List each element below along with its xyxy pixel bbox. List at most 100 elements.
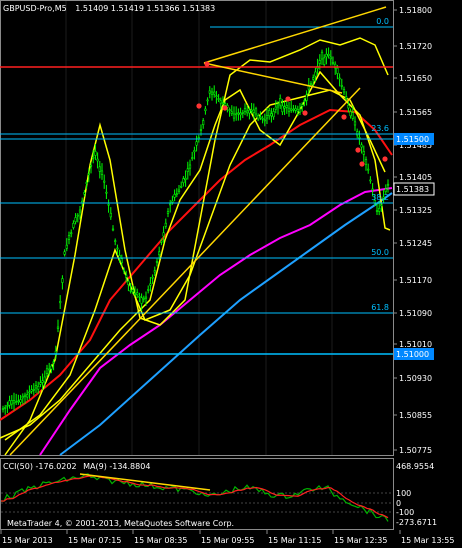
candle-body	[98, 166, 101, 172]
candle-body	[230, 111, 233, 114]
price-tick-label: 1.51170	[399, 276, 432, 285]
price-tick-label: 1.51720	[399, 42, 432, 51]
candle-body	[107, 203, 110, 206]
candle-body	[345, 96, 348, 99]
candle-body	[149, 283, 152, 286]
candle-body	[158, 251, 161, 256]
chart-header: GBPUSD-Pro,M5 1.51409 1.51419 1.51366 1.…	[3, 4, 215, 13]
candle-body	[173, 194, 176, 198]
candle-body	[380, 204, 383, 207]
candle-body	[45, 368, 49, 374]
fibo-label-0: 0.0	[376, 17, 389, 26]
candle-body	[136, 292, 139, 296]
candle-body	[204, 108, 207, 112]
candle-body	[272, 111, 275, 118]
candle-body	[56, 326, 60, 329]
candle-body	[26, 394, 29, 398]
fibo-label-23.6: 23.6	[371, 124, 389, 133]
candle-body	[243, 108, 247, 112]
fractal-marker	[341, 114, 347, 120]
candle-body	[61, 278, 64, 283]
candle-body	[19, 399, 22, 403]
candle-body	[160, 240, 163, 243]
current-price-label: 1.51383	[396, 185, 429, 194]
candle-body	[171, 200, 174, 203]
candle-body	[39, 382, 42, 385]
candle-body	[217, 98, 220, 100]
candle-body	[191, 157, 194, 159]
candle-body	[323, 57, 326, 65]
candle-body	[129, 290, 132, 292]
cci-ma-label: MA(9) -134.8804	[83, 462, 150, 471]
candle-body	[340, 85, 343, 87]
fibo-label-61.8: 61.8	[371, 303, 389, 312]
candle-body	[120, 258, 123, 263]
fractal-marker	[302, 110, 308, 116]
candle-body	[384, 188, 387, 192]
candle-body	[169, 203, 172, 206]
time-tick-label: 15 Mar 07:15	[68, 536, 121, 545]
candle-body	[276, 104, 280, 108]
candle-body	[177, 189, 181, 192]
candle-body	[309, 82, 313, 85]
candle-body	[312, 77, 315, 80]
candle-body	[375, 210, 379, 212]
time-tick-label: 15 Mar 12:35	[334, 536, 387, 545]
candle-body	[237, 112, 240, 115]
candle-body	[188, 164, 192, 169]
candle-body	[85, 182, 88, 184]
candle-body	[6, 405, 9, 407]
candle-body	[261, 117, 264, 120]
candle-body	[34, 385, 38, 389]
candle-body	[43, 376, 46, 383]
candle-body	[241, 112, 244, 114]
candle-body	[155, 261, 159, 263]
candle-body	[105, 191, 108, 194]
price-tick-label: 1.51800	[399, 6, 432, 15]
candle-body	[138, 295, 141, 298]
fractal-marker	[382, 156, 388, 162]
candle-body	[206, 99, 209, 102]
candle-body	[263, 119, 266, 122]
candle-body	[147, 289, 150, 291]
candle-body	[228, 109, 231, 111]
candle-body	[353, 121, 357, 126]
cci-title: CCI(50) -176.0202 MA(9) -134.8804	[3, 462, 150, 471]
time-tick-label: 15 Mar 2013	[2, 536, 53, 545]
candle-body	[314, 71, 317, 77]
candle-body	[175, 193, 178, 195]
fractal-marker	[222, 105, 228, 111]
candle-body	[199, 129, 203, 131]
candle-body	[23, 394, 27, 397]
candle-body	[252, 109, 255, 113]
candle-body	[369, 179, 372, 182]
candle-body	[72, 222, 75, 228]
price-tick-label: 1.50775	[399, 446, 432, 455]
price-tick-label: 1.51325	[399, 206, 432, 215]
candle-body	[65, 244, 68, 249]
candle-body	[285, 105, 288, 108]
candle-body	[92, 156, 95, 159]
candle-body	[111, 228, 115, 231]
candle-body	[378, 208, 381, 212]
candle-body	[265, 115, 269, 119]
fractal-marker	[204, 61, 210, 67]
candle-body	[329, 56, 332, 60]
candle-body	[94, 151, 97, 156]
candle-body	[193, 150, 196, 153]
candle-body	[270, 113, 273, 117]
candle-body	[76, 214, 79, 217]
chart-canvas[interactable]: 0.0 23.6 38.2 50.0 61.8 GBPUSD-Pro,M5 1.…	[0, 0, 462, 548]
candle-body	[367, 168, 370, 171]
candle-body	[83, 192, 86, 195]
price-tick-label: 1.51650	[399, 74, 432, 83]
candle-body	[296, 109, 299, 112]
candle-body	[63, 251, 66, 255]
candle-body	[48, 368, 51, 371]
candle-body	[290, 108, 293, 111]
candle-body	[298, 108, 302, 113]
candle-body	[336, 67, 339, 74]
candle-body	[356, 131, 359, 136]
candle-body	[28, 391, 31, 394]
cci-level-label: 468.9554	[396, 462, 434, 471]
